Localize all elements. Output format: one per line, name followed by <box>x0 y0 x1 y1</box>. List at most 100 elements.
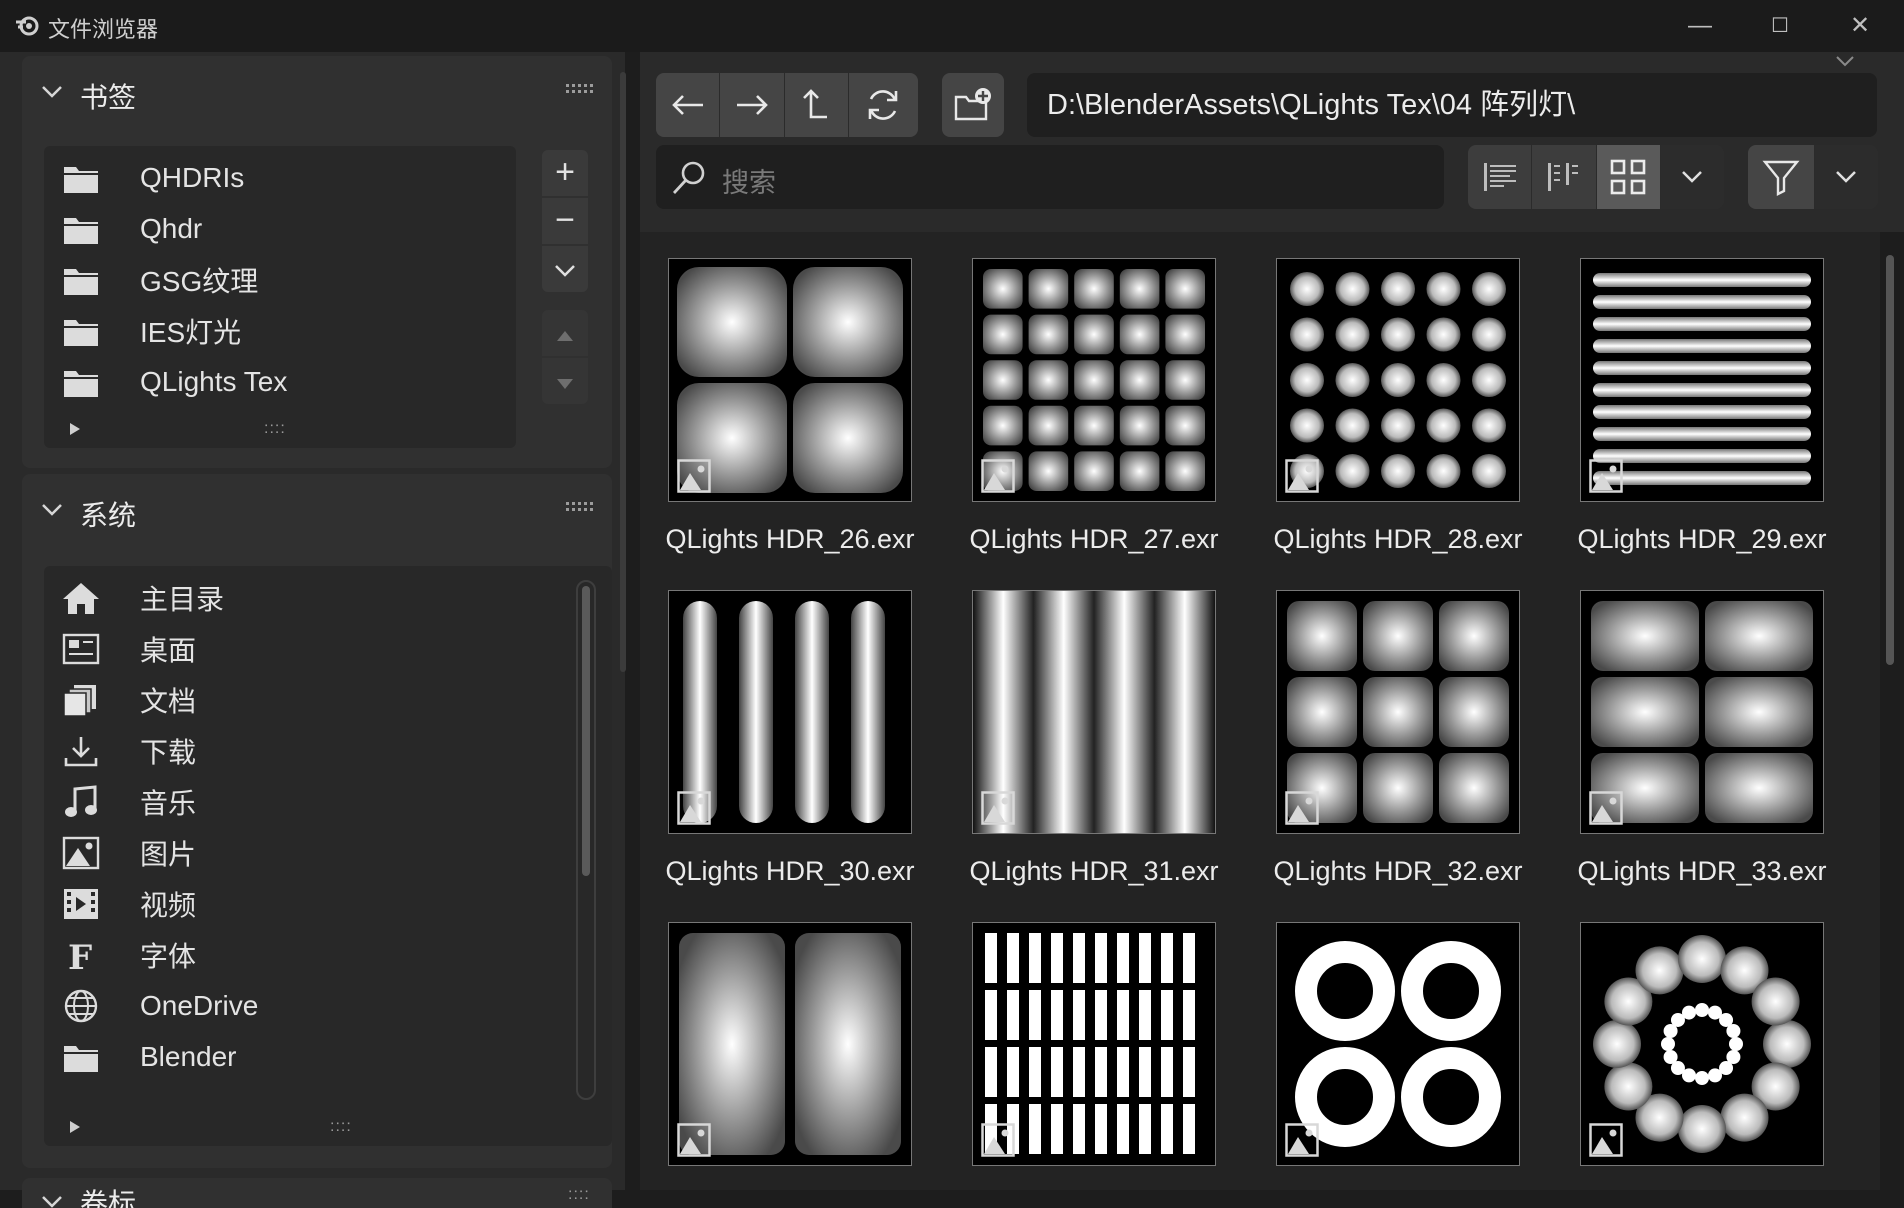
scrollbar-track[interactable] <box>576 580 596 1100</box>
scrollbar-thumb[interactable] <box>582 586 590 876</box>
bookmarks-panel: 书签 QHDRIs Qhdr GSG纹理 IES灯光 QLights Tex :::: … <box>22 56 612 468</box>
chevron-down-icon <box>1836 171 1857 183</box>
file-thumbnail[interactable] <box>972 258 1216 502</box>
image-file-icon <box>1589 459 1623 493</box>
file-thumbnail[interactable] <box>1276 922 1520 1166</box>
arrow-left-icon <box>671 95 703 115</box>
filter-settings-dropdown[interactable] <box>1814 145 1878 209</box>
bookmark-item[interactable]: IES灯光 <box>62 305 502 356</box>
bookmark-menu-button[interactable] <box>542 246 588 292</box>
search-icon <box>670 159 708 202</box>
file-tile[interactable] <box>1248 922 1548 1190</box>
move-up-button[interactable] <box>542 310 588 356</box>
bookmark-item-label: QLights Tex <box>140 365 288 397</box>
system-item[interactable]: 音乐 <box>62 776 552 827</box>
file-thumbnail[interactable] <box>668 590 912 834</box>
file-tile[interactable]: QLights HDR_26.exr <box>640 258 940 578</box>
image-file-icon <box>1285 1123 1319 1157</box>
path-field[interactable]: D:\BlenderAssets\QLights Tex\04 阵列灯\ <box>1027 73 1877 137</box>
folder-icon <box>62 1040 120 1074</box>
file-thumbnail[interactable] <box>1276 590 1520 834</box>
minimize-button[interactable]: — <box>1660 0 1740 52</box>
search-field[interactable]: 搜索 <box>656 145 1444 209</box>
file-thumbnail[interactable] <box>1580 922 1824 1166</box>
system-item-label: 文档 <box>140 685 197 717</box>
filter-toggle-button[interactable] <box>1748 145 1815 209</box>
refresh-button[interactable] <box>848 73 918 137</box>
new-folder-button[interactable] <box>942 73 1004 137</box>
collapse-bookmarks-icon[interactable] <box>40 80 64 106</box>
file-tile[interactable]: QLights HDR_33.exr <box>1552 590 1852 910</box>
file-tile[interactable] <box>1552 922 1852 1190</box>
file-grid-scrollbar[interactable] <box>1886 255 1894 665</box>
list-view-icon <box>1483 163 1516 191</box>
move-down-button[interactable] <box>542 358 588 404</box>
system-item[interactable]: F 字体 <box>62 929 552 980</box>
system-item[interactable]: 桌面 <box>62 623 552 674</box>
refresh-icon <box>869 90 898 120</box>
system-item[interactable]: 文档 <box>62 674 552 725</box>
image-file-icon <box>677 1123 711 1157</box>
bookmark-item[interactable]: Qhdr <box>62 203 502 254</box>
grid-view-icon <box>1610 159 1646 195</box>
system-item[interactable]: 图片 <box>62 827 552 878</box>
bookmark-item[interactable]: GSG纹理 <box>62 254 502 305</box>
file-name: QLights HDR_33.exr <box>1577 856 1827 886</box>
close-button[interactable]: ✕ <box>1820 0 1900 52</box>
file-tile[interactable]: QLights HDR_31.exr <box>944 590 1244 910</box>
bookmark-item[interactable]: QLights Tex <box>62 356 502 407</box>
file-thumbnail[interactable] <box>1276 258 1520 502</box>
documents-icon <box>62 683 120 717</box>
sidebar-scrollbar[interactable] <box>620 72 626 672</box>
system-item-label: 主目录 <box>140 583 225 615</box>
maximize-button[interactable]: ☐ <box>1740 0 1820 52</box>
file-thumbnail[interactable] <box>972 922 1216 1166</box>
desktop-icon <box>62 632 120 666</box>
collapse-volumes-icon[interactable] <box>40 1190 64 1208</box>
file-tile[interactable] <box>640 922 940 1190</box>
file-tile[interactable]: QLights HDR_32.exr <box>1248 590 1548 910</box>
file-thumbnail[interactable] <box>1580 258 1824 502</box>
system-item[interactable]: 主目录 <box>62 572 552 623</box>
forward-button[interactable] <box>720 73 785 137</box>
file-tile[interactable]: QLights HDR_28.exr <box>1248 258 1548 578</box>
file-tile[interactable]: QLights HDR_29.exr <box>1552 258 1852 578</box>
display-settings-dropdown[interactable] <box>1660 145 1724 209</box>
file-thumbnail[interactable] <box>1580 590 1824 834</box>
remove-bookmark-button[interactable]: − <box>542 198 588 244</box>
nav-button-group <box>656 73 918 137</box>
image-file-icon <box>1589 791 1623 825</box>
parent-dir-button[interactable] <box>784 73 849 137</box>
file-name: QLights HDR_26.exr <box>665 524 915 554</box>
file-tile[interactable]: QLights HDR_30.exr <box>640 590 940 910</box>
file-thumbnail[interactable] <box>668 258 912 502</box>
system-item[interactable]: Blender <box>62 1031 552 1082</box>
drag-handle-icon[interactable]: :::: <box>568 1186 590 1204</box>
drag-handle-icon[interactable] <box>566 500 596 519</box>
file-thumbnail[interactable] <box>668 922 912 1166</box>
horizontal-list-button[interactable] <box>1532 145 1597 209</box>
vertical-list-button[interactable] <box>1468 145 1533 209</box>
collapse-system-icon[interactable] <box>40 498 64 524</box>
file-name: QLights HDR_30.exr <box>665 856 915 886</box>
file-thumbnail[interactable] <box>972 590 1216 834</box>
back-button[interactable] <box>656 73 721 137</box>
file-tile[interactable]: QLights HDR_27.exr <box>944 258 1244 578</box>
file-tile[interactable] <box>944 922 1244 1190</box>
image-file-icon <box>1285 459 1319 493</box>
drag-handle-icon[interactable] <box>566 82 596 101</box>
expand-triangle-icon[interactable] <box>68 1120 82 1139</box>
system-item[interactable]: OneDrive <box>62 980 552 1031</box>
system-item[interactable]: 视频 <box>62 878 552 929</box>
add-bookmark-button[interactable]: + <box>542 150 588 196</box>
bookmark-item[interactable]: QHDRIs <box>62 152 502 203</box>
bookmark-item-label: QHDRIs <box>140 161 245 193</box>
collapse-header-icon[interactable] <box>1834 54 1856 73</box>
system-item[interactable]: 下载 <box>62 725 552 776</box>
download-icon <box>62 734 120 768</box>
expand-triangle-icon[interactable] <box>68 422 82 441</box>
resize-handle-icon[interactable]: :::: <box>330 1118 352 1136</box>
thumbnail-view-button[interactable] <box>1596 145 1661 209</box>
image-file-icon <box>677 459 711 493</box>
resize-handle-icon[interactable]: :::: <box>264 420 286 438</box>
